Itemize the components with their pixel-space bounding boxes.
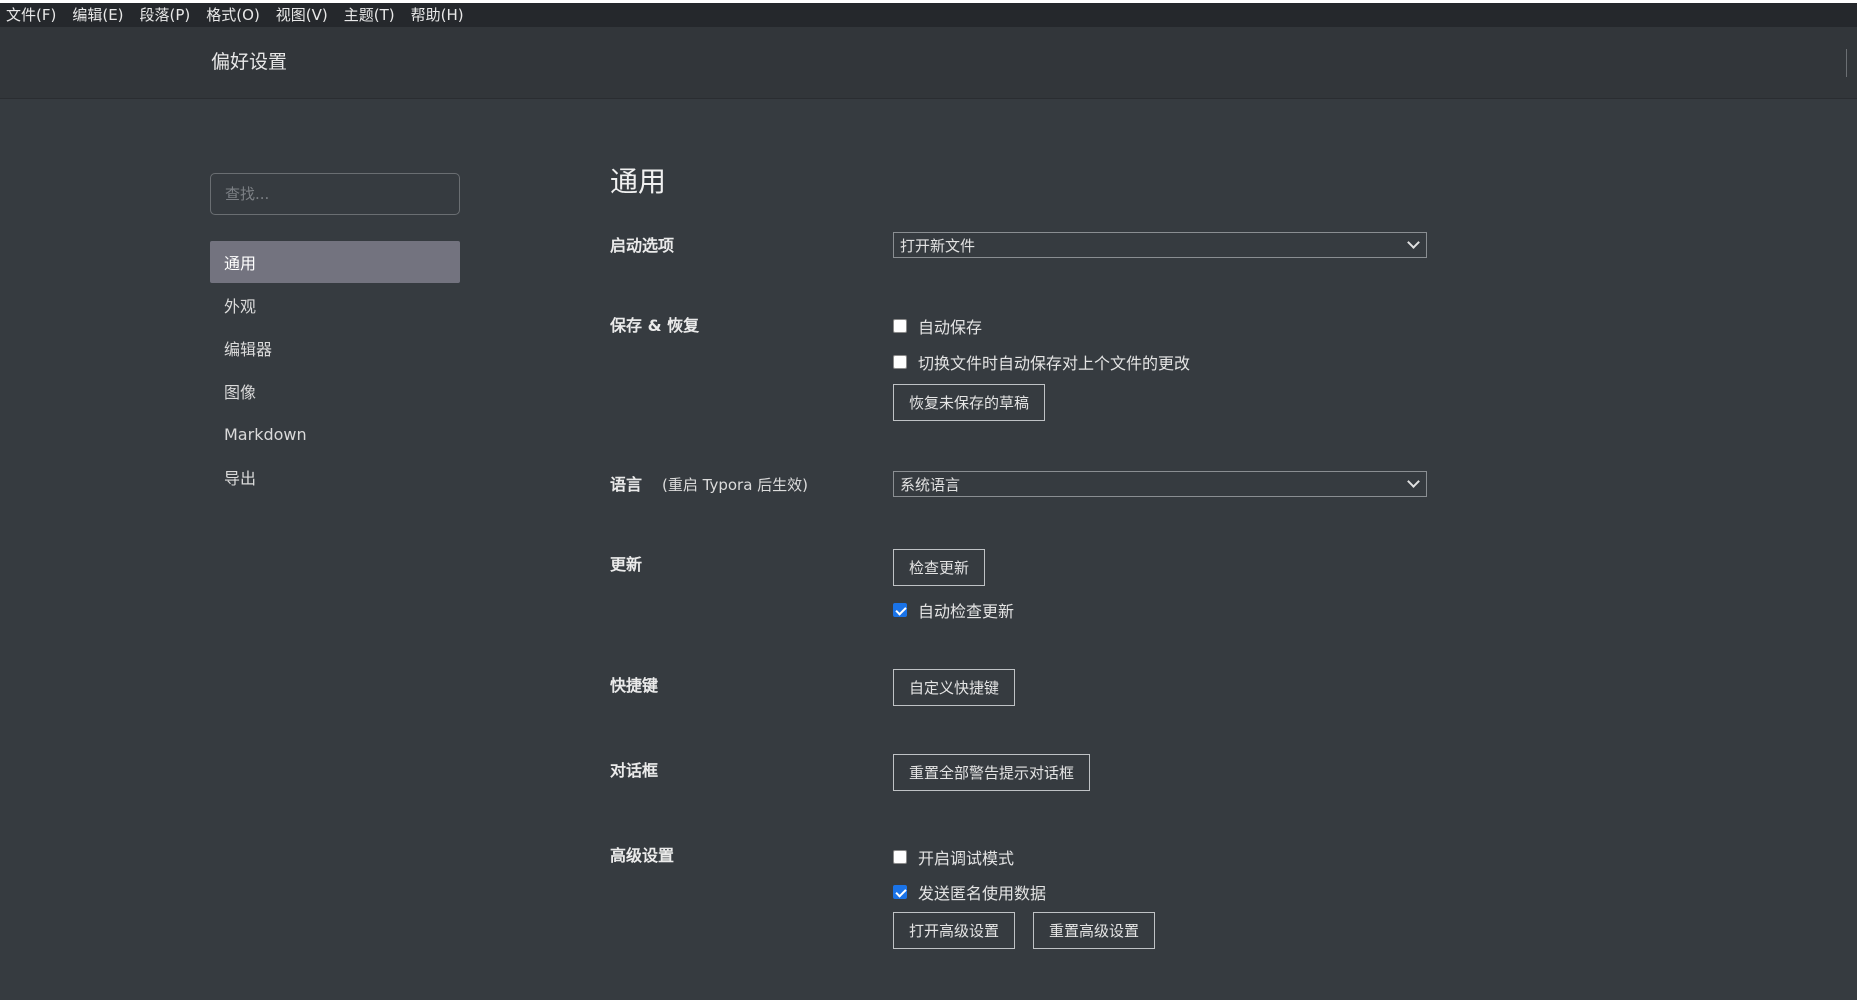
language-select[interactable]: 系统语言 <box>893 471 1427 497</box>
telemetry-label: 发送匿名使用数据 <box>918 884 1047 903</box>
titlebar-divider <box>1846 49 1847 77</box>
window-title: 偏好设置 <box>211 51 288 73</box>
preferences-sidebar: 通用 外观 编辑器 图像 Markdown 导出 <box>210 173 460 499</box>
debug-mode-label: 开启调试模式 <box>918 849 1015 868</box>
menu-file[interactable]: 文件(F) <box>6 3 56 27</box>
startup-label: 启动选项 <box>610 236 675 255</box>
nav-item-export[interactable]: 导出 <box>210 456 460 498</box>
save-restore-label: 保存 & 恢复 <box>610 316 700 335</box>
autosave-checkbox[interactable] <box>893 319 907 333</box>
menu-format[interactable]: 格式(O) <box>206 3 260 27</box>
nav-item-image[interactable]: 图像 <box>210 370 460 412</box>
general-section: 通用 <box>610 160 666 200</box>
menu-help[interactable]: 帮助(H) <box>411 3 464 27</box>
autosave-switch-label: 切换文件时自动保存对上个文件的更改 <box>918 354 1191 373</box>
language-label-text: 语言 <box>610 475 643 494</box>
autosave-switch-option[interactable]: 切换文件时自动保存对上个文件的更改 <box>893 350 1190 374</box>
shortcuts-label: 快捷键 <box>610 676 659 695</box>
reset-dialogs-button[interactable]: 重置全部警告提示对话框 <box>893 754 1091 791</box>
language-select-value: 系统语言 <box>900 475 961 494</box>
chevron-down-icon <box>1407 236 1420 249</box>
language-label: 语言 (重启 Typora 后生效) <box>610 471 808 495</box>
telemetry-option[interactable]: 发送匿名使用数据 <box>893 880 1046 904</box>
menubar: 文件(F) 编辑(E) 段落(P) 格式(O) 视图(V) 主题(T) 帮助(H… <box>0 3 1857 27</box>
chevron-down-icon <box>1407 475 1420 488</box>
autosave-switch-checkbox[interactable] <box>893 355 907 369</box>
preferences-titlebar: 偏好设置 <box>0 27 1857 99</box>
startup-select[interactable]: 打开新文件 <box>893 232 1427 258</box>
open-advanced-settings-button[interactable]: 打开高级设置 <box>893 912 1016 949</box>
advanced-label: 高级设置 <box>610 846 675 865</box>
section-heading: 通用 <box>610 165 667 198</box>
debug-mode-checkbox[interactable] <box>893 850 907 864</box>
restore-drafts-button[interactable]: 恢复未保存的草稿 <box>893 384 1046 421</box>
debug-mode-option[interactable]: 开启调试模式 <box>893 845 1014 869</box>
autosave-option[interactable]: 自动保存 <box>893 314 982 338</box>
menu-paragraph[interactable]: 段落(P) <box>140 3 191 27</box>
check-update-button[interactable]: 检查更新 <box>893 549 986 586</box>
reset-advanced-settings-button[interactable]: 重置高级设置 <box>1033 912 1156 949</box>
telemetry-checkbox[interactable] <box>893 885 907 899</box>
language-note: (重启 Typora 后生效) <box>662 476 809 494</box>
nav-item-appearance[interactable]: 外观 <box>210 284 460 326</box>
dialogs-label: 对话框 <box>610 761 659 780</box>
startup-select-value: 打开新文件 <box>900 236 976 255</box>
nav-item-markdown[interactable]: Markdown <box>210 413 460 455</box>
nav-item-general[interactable]: 通用 <box>210 241 460 283</box>
menu-view[interactable]: 视图(V) <box>276 3 328 27</box>
autosave-label: 自动保存 <box>918 318 983 337</box>
nav-list: 通用 外观 编辑器 图像 Markdown 导出 <box>210 241 460 498</box>
auto-check-update-label: 自动检查更新 <box>918 602 1015 621</box>
nav-item-editor[interactable]: 编辑器 <box>210 327 460 369</box>
custom-shortcuts-button[interactable]: 自定义快捷键 <box>893 669 1016 706</box>
menu-edit[interactable]: 编辑(E) <box>72 3 123 27</box>
update-label: 更新 <box>610 555 643 574</box>
search-input[interactable] <box>210 173 460 215</box>
auto-check-update-checkbox[interactable] <box>893 603 907 617</box>
menu-theme[interactable]: 主题(T) <box>344 3 395 27</box>
auto-check-update-option[interactable]: 自动检查更新 <box>893 598 1014 622</box>
